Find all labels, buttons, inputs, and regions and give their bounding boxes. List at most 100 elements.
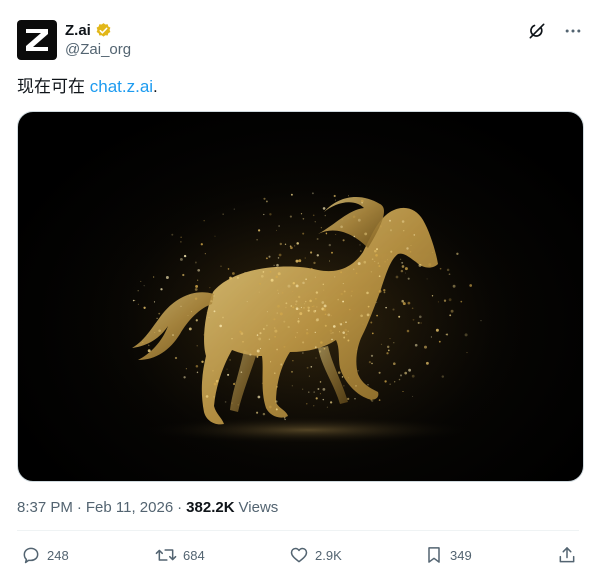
particle (208, 317, 210, 319)
particle (389, 219, 391, 222)
particle (400, 258, 402, 260)
particle (439, 267, 442, 270)
particle (174, 356, 178, 360)
particle (185, 368, 187, 370)
particle (171, 233, 174, 236)
particle (404, 267, 408, 271)
particle (194, 297, 198, 300)
particle (327, 313, 331, 317)
share-icon (559, 547, 575, 563)
particle (394, 381, 396, 383)
particle (278, 225, 280, 227)
particle (302, 232, 305, 235)
reply-button[interactable]: 248 (21, 545, 69, 565)
particle (195, 319, 198, 322)
particle (430, 336, 432, 338)
particle (412, 318, 415, 321)
particle (310, 366, 313, 368)
particle (293, 245, 296, 247)
particle (441, 375, 445, 378)
particle (258, 337, 262, 341)
bookmark-button[interactable]: 349 (424, 545, 472, 565)
particle (393, 362, 396, 365)
particle (284, 243, 287, 245)
more-icon[interactable] (562, 20, 584, 42)
particle (448, 298, 452, 302)
like-count: 2.9K (315, 547, 342, 563)
particle (322, 388, 326, 391)
particle (290, 305, 293, 307)
particle (277, 272, 281, 276)
particle (411, 307, 414, 310)
avatar[interactable] (17, 20, 57, 60)
particle (330, 332, 332, 334)
particle (140, 280, 142, 282)
particle (398, 315, 401, 318)
particle (284, 419, 286, 421)
particle (313, 391, 316, 393)
particle (206, 312, 208, 313)
particle (309, 299, 312, 303)
particle (401, 261, 404, 264)
particle (134, 299, 136, 301)
particle (402, 302, 406, 306)
meta-separator: · (177, 499, 183, 516)
particle (283, 345, 286, 348)
particle (323, 289, 325, 291)
tweet-time[interactable]: 8:37 PM (17, 499, 73, 516)
particle (233, 382, 236, 386)
particle (332, 331, 334, 334)
particle (189, 295, 191, 297)
tweet-date[interactable]: Feb 11, 2026 (86, 499, 173, 516)
particle (246, 301, 248, 303)
particle (295, 303, 297, 305)
particle (213, 310, 216, 313)
particle (265, 200, 268, 203)
particle (371, 258, 374, 261)
particle (330, 315, 332, 317)
particle (359, 250, 362, 252)
particle (180, 241, 182, 243)
particle (262, 271, 265, 273)
particle (384, 261, 386, 263)
z-logo-icon (26, 29, 48, 51)
particle (259, 332, 262, 335)
particle (277, 304, 280, 308)
tweet-media-image[interactable] (17, 111, 584, 482)
repost-icon (155, 549, 177, 561)
particle (183, 376, 186, 379)
grok-icon[interactable] (526, 20, 548, 42)
tweet-link[interactable]: chat.z.ai (90, 77, 153, 96)
particle (383, 291, 386, 294)
divider (17, 530, 579, 531)
particle (334, 199, 336, 201)
like-button[interactable]: 2.9K (289, 545, 342, 565)
particle (295, 259, 299, 263)
particle (300, 213, 303, 215)
particle (367, 384, 369, 386)
particle (148, 344, 150, 346)
particle (357, 218, 361, 222)
particle (431, 295, 434, 297)
particle (331, 338, 333, 341)
particle (319, 393, 321, 395)
user-handle[interactable]: @Zai_org (65, 41, 131, 58)
particle (337, 298, 339, 301)
particle (212, 369, 214, 372)
particle (190, 311, 193, 313)
display-name[interactable]: Z.ai (65, 22, 91, 39)
particle (269, 270, 272, 273)
particle (311, 306, 313, 308)
verified-badge-icon[interactable] (95, 22, 112, 39)
particle (306, 403, 308, 405)
particle (180, 236, 182, 238)
particle (204, 253, 206, 255)
share-button[interactable] (557, 545, 577, 565)
particle (297, 318, 299, 320)
particle (316, 238, 319, 240)
particle (201, 360, 204, 364)
repost-button[interactable]: 684 (155, 545, 205, 565)
particle (389, 229, 393, 232)
particle (197, 279, 199, 281)
particle (226, 368, 228, 370)
